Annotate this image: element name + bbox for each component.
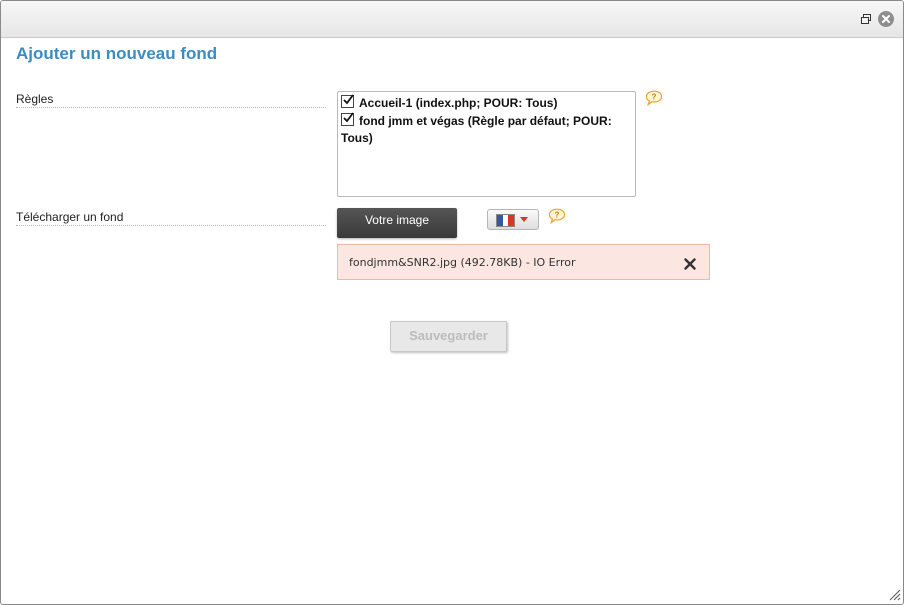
help-bubble-icon-upload[interactable]: ? xyxy=(548,208,566,225)
restore-window-icon[interactable] xyxy=(859,12,873,26)
resize-grip-icon[interactable] xyxy=(887,587,901,601)
rule-item-fond-jmm: fond jmm et végas (Règle par défaut; POU… xyxy=(338,112,635,147)
flag-france-icon xyxy=(496,214,515,227)
rule-label-fond-jmm: fond jmm et végas (Règle par défaut; POU… xyxy=(341,114,612,145)
rules-list: Accueil-1 (index.php; POUR: Tous) fond j… xyxy=(337,91,636,197)
dialog-window: Ajouter un nouveau fond Règles Accueil-1… xyxy=(0,0,904,605)
chevron-down-icon xyxy=(520,217,528,222)
svg-text:?: ? xyxy=(652,93,657,102)
rules-label: Règles xyxy=(16,92,326,108)
page-title: Ajouter un nouveau fond xyxy=(16,44,218,63)
upload-image-button[interactable]: Votre image xyxy=(337,208,457,238)
close-x-icon[interactable] xyxy=(684,257,696,270)
rule-checkbox-accueil[interactable] xyxy=(341,94,354,108)
upload-error-message: fondjmm&SNR2.jpg (492.78KB) - IO Error xyxy=(337,244,710,280)
help-bubble-icon-rules[interactable]: ? xyxy=(645,90,663,107)
upload-error-text: fondjmm&SNR2.jpg (492.78KB) - IO Error xyxy=(349,256,576,269)
rule-item-accueil: Accueil-1 (index.php; POUR: Tous) xyxy=(338,94,635,112)
save-button[interactable]: Sauvegarder xyxy=(390,321,507,352)
rule-label-accueil: Accueil-1 (index.php; POUR: Tous) xyxy=(359,96,558,110)
upload-label: Télécharger un fond xyxy=(16,210,326,226)
svg-text:?: ? xyxy=(555,211,560,220)
close-circle-icon[interactable] xyxy=(878,11,894,27)
title-bar[interactable] xyxy=(1,1,903,38)
language-select[interactable] xyxy=(487,209,539,230)
rule-checkbox-fond-jmm[interactable] xyxy=(341,112,354,126)
